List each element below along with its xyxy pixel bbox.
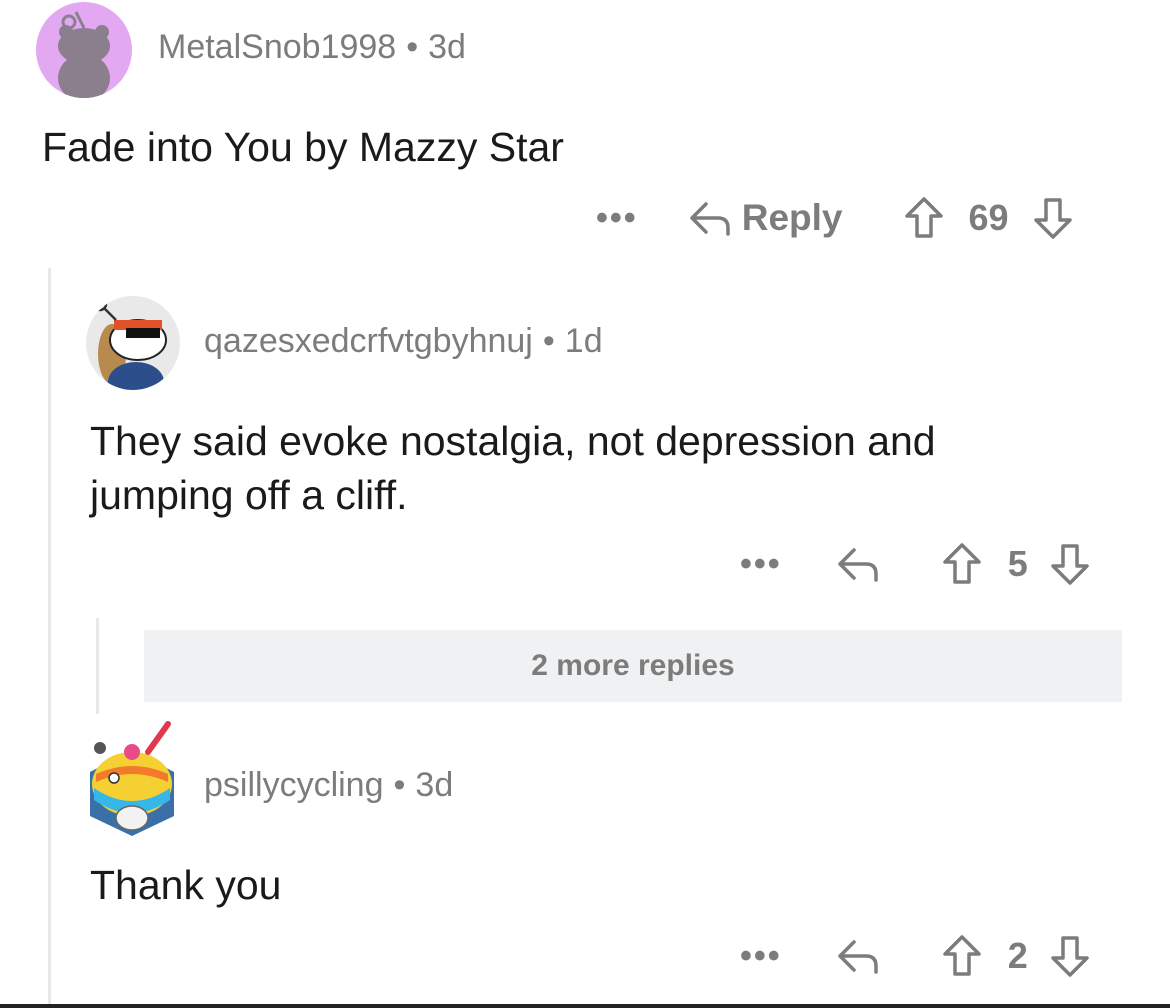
comment-meta: qazesxedcrfvtgbyhnuj • 1d [204,322,603,361]
vote-count: 69 [968,197,1009,238]
downvote-button[interactable] [1033,196,1073,240]
snoo-avatar-icon [90,721,174,836]
comment-body: Thank you [90,862,282,908]
reply-button[interactable]: Reply [688,197,843,239]
downvote-arrow-icon [1051,936,1089,977]
avatar-qazesxedcrfvtgbyhnuj[interactable] [86,296,180,390]
upvote-button[interactable] [942,542,982,586]
upvote-button[interactable] [904,196,944,240]
downvote-arrow-icon [1051,544,1089,585]
thread-line[interactable] [48,268,51,1008]
downvote-button[interactable] [1050,542,1090,586]
more-options-button[interactable]: ••• [596,199,638,238]
comment-age: 1d [564,322,603,360]
username[interactable]: MetalSnob1998 [158,28,396,66]
more-options-button[interactable]: ••• [740,937,782,976]
separator-dot: • [406,28,419,66]
snoo-avatar-icon [58,11,110,98]
more-replies-button[interactable]: 2 more replies [144,630,1122,702]
avatar-psillycycling[interactable] [86,718,178,838]
comment-actions: ••• 5 [740,534,1090,594]
more-options-button[interactable]: ••• [740,545,782,584]
comment-actions: ••• Reply 69 [596,188,1073,248]
vote-count: 2 [1007,935,1028,976]
avatar-metalsnob1998[interactable] [36,2,132,98]
comment-age: 3d [415,766,454,804]
comment-meta: psillycycling • 3d [204,766,453,805]
username[interactable]: qazesxedcrfvtgbyhnuj [204,322,533,360]
reply-arrow-icon [837,548,878,582]
comment-meta: MetalSnob1998 • 3d [158,28,466,67]
vote-count: 5 [1007,543,1028,584]
reply-arrow-icon [689,202,730,236]
downvote-button[interactable] [1050,934,1090,978]
reply-arrow-icon [837,940,878,974]
snoo-avatar-icon [92,296,167,390]
downvote-arrow-icon [1033,198,1072,239]
nested-thread-line[interactable] [96,618,99,714]
separator-dot: • [542,322,555,360]
reply-label: Reply [741,197,843,238]
upvote-arrow-icon [942,543,981,584]
comment-actions: ••• 2 [740,926,1090,986]
reply-button[interactable] [836,544,880,584]
bottom-border [0,1004,1170,1008]
reply-button[interactable] [836,936,880,976]
comment-body: Fade into You by Mazzy Star [42,124,564,170]
separator-dot: • [393,766,406,804]
upvote-button[interactable] [942,934,982,978]
comment-body: They said evoke nostalgia, not depressio… [90,418,936,518]
upvote-arrow-icon [905,197,944,238]
username[interactable]: psillycycling [204,766,384,804]
comment-age: 3d [428,28,466,66]
upvote-arrow-icon [942,935,981,976]
